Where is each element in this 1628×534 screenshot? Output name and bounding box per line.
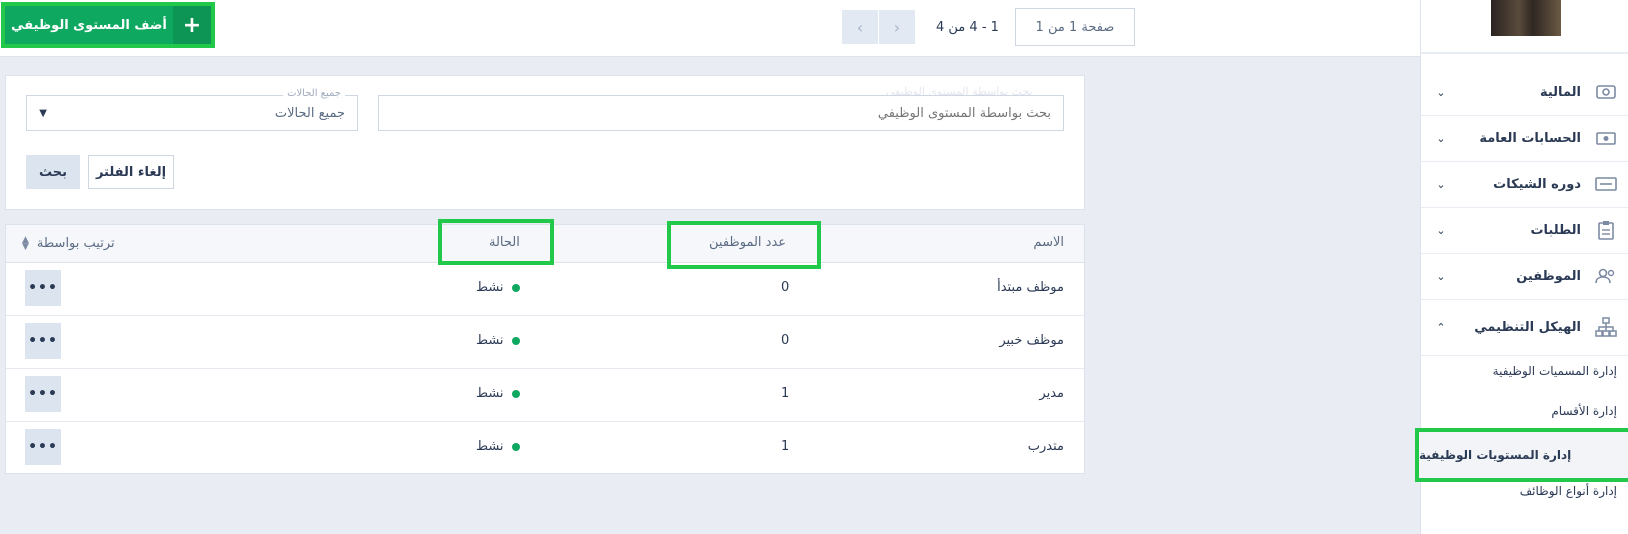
job-levels-table: الاسم عدد الموظفين الحالة ▲ ▼ ترتيب بواسط… xyxy=(5,224,1085,474)
table-row: موظف مبتدأ 0 نشط ••• xyxy=(6,262,1084,316)
cheque-icon xyxy=(1593,174,1619,194)
sidebar-subitem-job-levels[interactable]: إدارة المستويات الوظيفية xyxy=(1419,432,1628,478)
cell-status: نشط xyxy=(476,280,520,295)
clear-filter-button[interactable]: إلغاء الفلتر xyxy=(88,155,174,189)
status-select[interactable]: جميع الحالات جميع الحالات ▼ xyxy=(26,88,358,131)
page-indicator[interactable]: صفحة 1 من 1 xyxy=(1014,8,1135,46)
sidebar-subitem-job-types[interactable]: إدارة أنواع الوظائف xyxy=(1520,484,1617,498)
sidebar-subitem-job-titles[interactable]: إدارة المسميات الوظيفية xyxy=(1493,364,1617,378)
table-row: موظف خبير 0 نشط ••• xyxy=(6,315,1084,369)
cell-name: موظف خبير xyxy=(999,333,1064,348)
column-header-status: الحالة xyxy=(489,235,520,250)
filter-panel: بحث بواسطة المستوى الوظيفي جميع الحالات … xyxy=(5,75,1085,210)
sidebar-item-finance[interactable]: المالية ⌄ xyxy=(1421,69,1628,116)
row-actions-button[interactable]: ••• xyxy=(25,376,61,412)
caret-down-icon: ▼ xyxy=(39,107,47,119)
row-actions-button[interactable]: ••• xyxy=(25,429,61,465)
add-job-level-button[interactable]: + أضف المستوى الوظيفي xyxy=(5,6,211,44)
chevron-down-icon: ⌄ xyxy=(1436,177,1446,191)
chevron-down-icon: ⌄ xyxy=(1436,269,1446,283)
row-actions-button[interactable]: ••• xyxy=(25,270,61,306)
status-dot-icon xyxy=(511,442,520,451)
sort-icon: ▲ ▼ xyxy=(22,234,29,252)
sidebar-item-cheques[interactable]: دوره الشيكات ⌄ xyxy=(1421,161,1628,208)
plus-icon: + xyxy=(173,6,211,44)
chevron-right-icon: › xyxy=(893,17,901,37)
column-header-name: الاسم xyxy=(1033,235,1064,250)
table-header: الاسم عدد الموظفين الحالة ▲ ▼ ترتيب بواسط… xyxy=(6,225,1084,263)
status-select-value: جميع الحالات xyxy=(274,105,345,121)
sidebar-item-label: المالية xyxy=(1539,84,1581,100)
cell-status: نشط xyxy=(476,333,520,348)
cell-name: مدير xyxy=(1039,386,1064,401)
status-dot-icon xyxy=(511,336,520,345)
prev-page-button[interactable]: ‹ xyxy=(842,10,878,44)
status-text: نشط xyxy=(476,439,504,454)
chevron-left-icon: ‹ xyxy=(856,17,864,37)
column-header-employees: عدد الموظفين xyxy=(709,235,787,250)
sidebar-item-label: الهيكل التنظيمي xyxy=(1474,319,1581,335)
sidebar-item-label: الحسابات العامة xyxy=(1479,130,1581,146)
cell-status: نشط xyxy=(476,439,520,454)
status-text: نشط xyxy=(476,280,504,295)
sidebar-subitem-departments[interactable]: إدارة الأقسام xyxy=(1551,404,1617,418)
users-icon xyxy=(1593,266,1619,286)
status-dot-icon xyxy=(511,389,520,398)
clipboard-icon xyxy=(1593,220,1619,240)
sidebar-item-org-structure[interactable]: الهيكل التنظيمي ⌃ xyxy=(1421,299,1628,356)
cell-name: متدرب xyxy=(1027,439,1064,454)
next-page-button[interactable]: › xyxy=(879,10,915,44)
pagination-range: 1 - 4 من 4 xyxy=(936,19,999,35)
chevron-down-icon: ⌄ xyxy=(1436,85,1446,99)
company-logo xyxy=(1491,0,1561,36)
search-input[interactable] xyxy=(378,95,1064,131)
sidebar-item-general-accounts[interactable]: الحسابات العامة ⌄ xyxy=(1421,115,1628,162)
status-dot-icon xyxy=(511,283,520,292)
add-job-level-label: أضف المستوى الوظيفي xyxy=(11,17,167,33)
top-bar: + أضف المستوى الوظيفي ‹ › 1 - 4 من 4 صفح… xyxy=(0,0,1420,57)
money-icon xyxy=(1593,82,1619,102)
chevron-down-icon: ⌄ xyxy=(1436,131,1446,145)
sidebar: المالية ⌄ الحسابات العامة ⌄ دوره الشيكات… xyxy=(1419,0,1628,534)
sidebar-item-label: الطلبات xyxy=(1530,222,1581,238)
sidebar-item-requests[interactable]: الطلبات ⌄ xyxy=(1421,207,1628,254)
cell-employees: 1 xyxy=(781,439,790,454)
sidebar-item-label: الموظفين xyxy=(1516,268,1581,284)
sidebar-item-label: دوره الشيكات xyxy=(1493,176,1581,192)
cell-employees: 1 xyxy=(781,386,790,401)
cell-name: موظف مبتدأ xyxy=(997,280,1064,295)
table-row: مدير 1 نشط ••• xyxy=(6,368,1084,422)
sidebar-item-employees[interactable]: الموظفين ⌄ xyxy=(1421,253,1628,300)
org-chart-icon xyxy=(1593,317,1619,337)
table-row: متدرب 1 نشط ••• xyxy=(6,421,1084,474)
cell-employees: 0 xyxy=(781,280,790,295)
sort-by-label: ترتيب بواسطة xyxy=(36,236,115,251)
status-text: نشط xyxy=(476,333,504,348)
cell-status: نشط xyxy=(476,386,520,401)
pagination: ‹ › 1 - 4 من 4 صفحة 1 من 1 xyxy=(842,8,1135,46)
chevron-down-icon: ⌄ xyxy=(1436,223,1446,237)
cell-employees: 0 xyxy=(781,333,790,348)
row-actions-button[interactable]: ••• xyxy=(25,323,61,359)
search-button[interactable]: بحث xyxy=(26,155,80,189)
sort-by-control[interactable]: ▲ ▼ ترتيب بواسطة xyxy=(22,234,115,252)
chevron-up-icon: ⌃ xyxy=(1436,320,1446,334)
status-select-label: جميع الحالات xyxy=(283,88,345,99)
divider xyxy=(1421,52,1628,54)
status-text: نشط xyxy=(476,386,504,401)
cash-icon xyxy=(1593,128,1619,148)
